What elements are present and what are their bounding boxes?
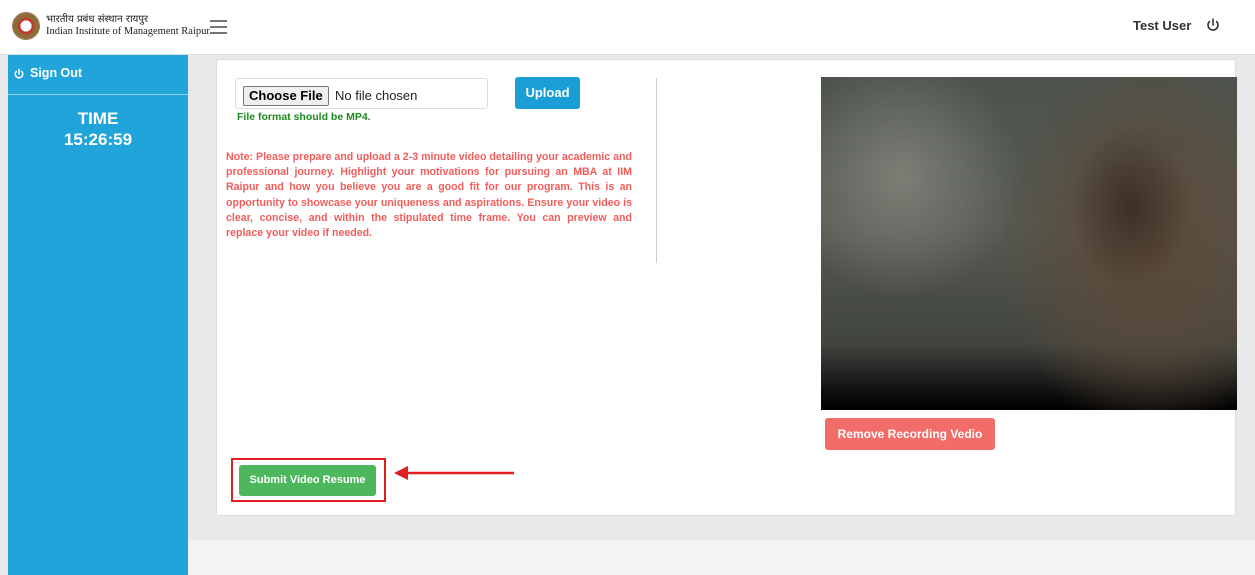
user-name[interactable]: Test User <box>1133 18 1191 33</box>
iim-raipur-logo <box>12 12 40 40</box>
power-icon[interactable] <box>1205 17 1221 33</box>
file-status: No file chosen <box>335 88 418 103</box>
hamburger-icon[interactable] <box>210 20 227 34</box>
annotation-arrow-icon <box>394 466 514 480</box>
top-header: भारतीय प्रबंध संस्थान रायपुर Indian Inst… <box>0 0 1255 55</box>
video-upload-card: Choose File No file chosen Upload File f… <box>216 59 1237 516</box>
upload-button[interactable]: Upload <box>515 77 580 109</box>
file-input[interactable]: Choose File No file chosen <box>235 78 488 109</box>
file-format-hint: File format should be MP4. <box>237 111 371 123</box>
time-value: 15:26:59 <box>63 130 133 149</box>
power-icon <box>14 68 24 79</box>
time-label: TIME <box>77 109 119 128</box>
footer-strip <box>188 540 1255 575</box>
column-divider <box>656 78 657 263</box>
sidebar: Sign Out TIME 15:26:59 <box>8 55 188 575</box>
logo-text: भारतीय प्रबंध संस्थान रायपुर Indian Inst… <box>46 14 210 38</box>
submit-video-resume-button[interactable]: Submit Video Resume <box>239 465 376 496</box>
logo-hindi-text: भारतीय प्रबंध संस्थान रायपुर <box>46 14 149 25</box>
sign-out-button[interactable]: Sign Out <box>8 55 188 95</box>
remove-recording-button[interactable]: Remove Recording Vedio <box>825 418 995 450</box>
logo-english-text: Indian Institute of Management Raipur <box>46 26 210 37</box>
choose-file-button[interactable]: Choose File <box>243 86 329 106</box>
instruction-note: Note: Please prepare and upload a 2-3 mi… <box>226 151 632 240</box>
video-preview[interactable] <box>821 77 1237 410</box>
sign-out-label: Sign Out <box>30 66 83 80</box>
